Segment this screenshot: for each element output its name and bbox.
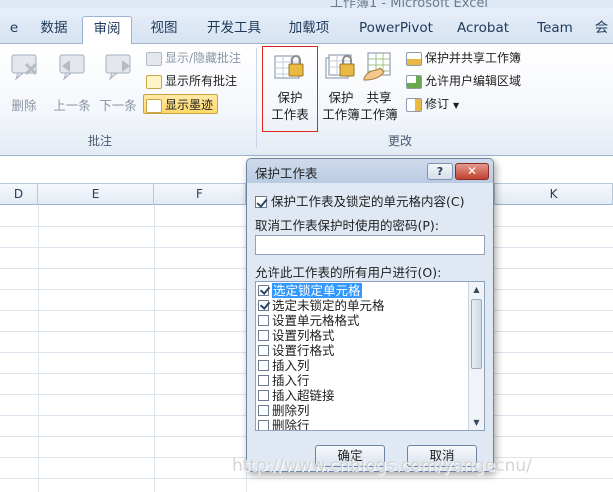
group-separator xyxy=(256,48,257,148)
checkbox-icon xyxy=(258,300,269,311)
chevron-down-icon: ▼ xyxy=(453,101,460,110)
show-ink-button[interactable]: 显示墨迹 xyxy=(143,94,219,114)
allow-label: 允许此工作表的所有用户进行(O): xyxy=(255,265,442,280)
prev-comment-icon xyxy=(59,54,85,81)
checkbox-icon xyxy=(258,420,269,430)
ink-icon xyxy=(146,98,162,113)
allow-edit-ranges-button[interactable]: 允许用户编辑区域 xyxy=(406,71,521,91)
close-button[interactable]: ✕ xyxy=(455,163,489,180)
tab-developer[interactable]: 开发工具 xyxy=(198,16,270,44)
protect-sheet-dialog: 保护工作表 ? ✕ 保护工作表及锁定的单元格内容(C) 取消工作表保护时使用的密… xyxy=(246,158,494,472)
title-bar: 工作簿1 - Microsoft Excel xyxy=(0,0,613,8)
tab-review[interactable]: 审阅 xyxy=(82,16,132,45)
share-workbook-button[interactable]: 共享 工作簿 xyxy=(356,50,402,123)
list-item[interactable]: 插入列 xyxy=(258,358,310,373)
checkbox-icon xyxy=(258,345,269,356)
tab-acrobat[interactable]: Acrobat xyxy=(452,16,514,44)
help-button[interactable]: ? xyxy=(427,163,453,180)
next-comment-icon xyxy=(105,54,131,81)
tab-addins[interactable]: 加载项 xyxy=(280,16,338,44)
dialog-title-bar[interactable]: 保护工作表 ? ✕ xyxy=(247,159,493,183)
tab-edge[interactable]: e xyxy=(0,16,28,44)
list-item[interactable]: 选定锁定单元格 xyxy=(258,283,362,298)
checkbox-icon xyxy=(258,360,269,371)
share-workbook-icon xyxy=(363,52,391,81)
dialog-title: 保护工作表 xyxy=(255,166,318,181)
watermark: http://www.cnblogs.com/yangecnu/ xyxy=(232,456,532,476)
list-item[interactable]: 设置单元格格式 xyxy=(258,313,360,328)
protect-share-icon xyxy=(406,51,422,66)
list-item[interactable]: 设置行格式 xyxy=(258,343,335,358)
checkbox-icon xyxy=(258,390,269,401)
column-header-f[interactable]: F xyxy=(154,184,246,205)
list-item[interactable]: 选定未锁定的单元格 xyxy=(258,298,385,313)
password-input[interactable] xyxy=(255,235,485,255)
checkbox-icon xyxy=(258,315,269,326)
show-hide-comment-button[interactable]: 显示/隐藏批注 xyxy=(146,48,241,68)
list-item[interactable]: 插入行 xyxy=(258,373,310,388)
list-scrollbar[interactable]: ▲ ▼ xyxy=(468,282,484,430)
scroll-up-icon[interactable]: ▲ xyxy=(469,282,484,297)
delete-comment-icon xyxy=(11,54,38,81)
protect-share-button[interactable]: 保护并共享工作簿 xyxy=(406,48,521,68)
ribbon-tabs: e 数据 审阅 视图 开发工具 加载项 PowerPivot Acrobat T… xyxy=(0,8,613,45)
delete-comment-button[interactable]: 删除 xyxy=(4,52,44,114)
scroll-down-icon[interactable]: ▼ xyxy=(469,415,484,430)
prev-comment-button[interactable]: 上一条 xyxy=(50,52,94,114)
checkbox-icon xyxy=(258,330,269,341)
tab-data[interactable]: 数据 xyxy=(32,16,76,44)
checkbox-icon xyxy=(258,405,269,416)
tab-team[interactable]: Team xyxy=(530,16,580,44)
window-title: 工作簿1 - Microsoft Excel xyxy=(330,0,488,8)
next-comment-button[interactable]: 下一条 xyxy=(96,52,140,114)
column-header-k[interactable]: K xyxy=(494,184,613,205)
show-hide-comment-icon xyxy=(146,51,162,66)
scroll-thumb[interactable] xyxy=(471,299,482,369)
grid-line xyxy=(154,205,155,492)
grid-line xyxy=(38,205,39,492)
tab-more[interactable]: 会 xyxy=(590,16,613,44)
comments-group-label: 批注 xyxy=(87,134,112,148)
password-label: 取消工作表保护时使用的密码(P): xyxy=(255,218,440,233)
checkbox-icon xyxy=(258,285,269,296)
changes-group-label: 更改 xyxy=(387,134,412,148)
permissions-list[interactable]: 选定锁定单元格 选定未锁定的单元格 设置单元格格式 设置列格式 设置行格式 插入… xyxy=(255,281,485,431)
highlight-box xyxy=(262,46,318,132)
track-changes-icon xyxy=(406,97,422,112)
allow-edit-icon xyxy=(406,74,422,89)
list-item[interactable]: 删除列 xyxy=(258,403,310,418)
protect-workbook-icon xyxy=(325,54,355,79)
list-item[interactable]: 设置列格式 xyxy=(258,328,335,343)
list-item[interactable]: 删除行 xyxy=(258,418,310,430)
list-item[interactable]: 插入超链接 xyxy=(258,388,335,403)
column-header-e[interactable]: E xyxy=(38,184,154,205)
checkbox-icon xyxy=(255,195,267,208)
track-changes-button[interactable]: 修订 ▼ xyxy=(406,94,459,114)
protect-contents-checkbox[interactable]: 保护工作表及锁定的单元格内容(C) xyxy=(255,191,464,210)
grid-line xyxy=(0,478,613,479)
tab-powerpivot[interactable]: PowerPivot xyxy=(350,16,442,44)
column-header-d[interactable]: D xyxy=(0,184,38,205)
checkbox-icon xyxy=(258,375,269,386)
show-all-comments-button[interactable]: 显示所有批注 xyxy=(146,71,237,91)
tab-view[interactable]: 视图 xyxy=(142,16,186,44)
show-all-comments-icon xyxy=(146,74,162,89)
